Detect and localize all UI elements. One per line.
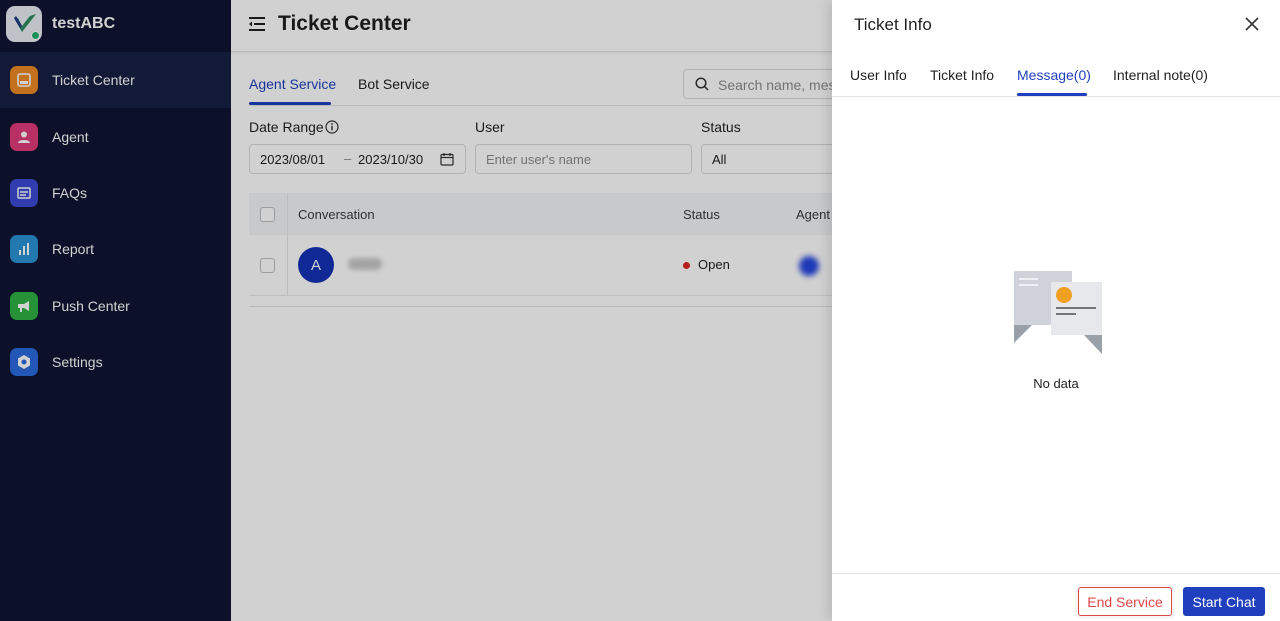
modal-overlay[interactable] [0,0,832,621]
ticket-info-drawer: Ticket Info User Info Ticket Info Messag… [832,0,1280,621]
drawer-title: Ticket Info [854,15,932,34]
tab-message[interactable]: Message(0) [1017,67,1091,83]
end-service-button[interactable]: End Service [1078,587,1172,616]
close-icon[interactable] [1244,16,1260,32]
empty-data-illustration [1014,271,1102,354]
tab-user-info[interactable]: User Info [850,67,907,83]
tab-internal-note[interactable]: Internal note(0) [1113,67,1208,83]
drawer-footer-divider [832,573,1280,574]
start-chat-button[interactable]: Start Chat [1183,587,1265,616]
empty-state-text: No data [1033,376,1079,391]
tab-ticket-info[interactable]: Ticket Info [930,67,994,83]
drawer-tabs-divider [832,96,1280,97]
